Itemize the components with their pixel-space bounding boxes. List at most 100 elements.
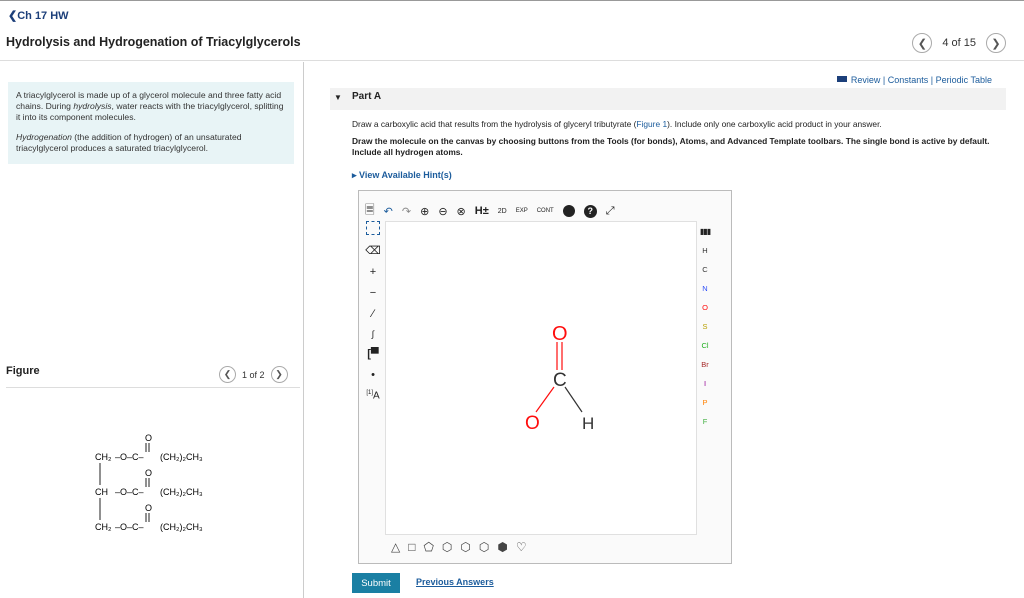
next-figure-button[interactable]: ❯: [270, 366, 288, 383]
figure-row-1-right: (CH₂)₂CH₃: [160, 452, 203, 462]
drawn-carboxylic-acid: O C O H: [525, 323, 594, 434]
atom-hydrogen[interactable]: H: [582, 414, 594, 433]
atom-button-n[interactable]: N: [702, 284, 707, 293]
drawing-canvas[interactable]: O C O H: [385, 221, 697, 535]
review-link[interactable]: Review: [851, 75, 881, 85]
eraser-icon[interactable]: ⌫: [365, 244, 381, 257]
figure-row-3-right: (CH₂)₂CH₃: [160, 522, 203, 532]
figure-heading: Figure: [6, 365, 40, 377]
select-tool-icon[interactable]: [366, 221, 380, 235]
intro-box: A triacylglycerol is made up of a glycer…: [8, 82, 294, 164]
atom-button-o[interactable]: O: [702, 303, 708, 312]
single-bond-co: [535, 386, 555, 413]
hydrogen-toggle-button[interactable]: H±: [475, 205, 489, 217]
atom-button-i[interactable]: I: [704, 379, 706, 388]
benzene-template-icon[interactable]: ⬢: [497, 540, 507, 554]
atom-button-p[interactable]: P: [702, 398, 707, 407]
zoom-fit-icon[interactable]: ⊗: [457, 205, 466, 218]
review-icon: [836, 76, 847, 82]
part-title: Part A: [352, 91, 382, 102]
previous-figure-button[interactable]: ❮: [219, 366, 236, 383]
top-border: [0, 0, 1024, 1]
chevron-right-icon: ❯: [275, 369, 283, 379]
periodic-table-icon[interactable]: ▮▮▮: [700, 227, 711, 236]
hexagon-template-icon[interactable]: ⬡: [442, 540, 452, 554]
2d-clean-button[interactable]: 2D: [498, 208, 507, 215]
zoom-out-icon[interactable]: ⊖: [438, 205, 447, 218]
figure-navigation: ❮ 1 of 2 ❯: [219, 366, 288, 383]
atom-button-c[interactable]: C: [702, 265, 707, 274]
figure-1-link[interactable]: Figure 1: [636, 119, 667, 129]
chair-template-icon[interactable]: ♡: [516, 540, 527, 554]
resource-links: Review | Constants | Periodic Table: [836, 75, 992, 85]
tools-toolbar: ⌫ + − ∕ ∫ [▀ • [1]A: [363, 221, 383, 401]
atom-button-f[interactable]: F: [703, 417, 708, 426]
caret-right-icon: ▸: [352, 170, 357, 180]
submit-button[interactable]: Submit: [352, 573, 400, 593]
template-toolbar: △ □ ⬠ ⬡ ⬡ ⬡ ⬢ ♡: [391, 540, 527, 554]
next-item-button[interactable]: ❯: [986, 33, 1006, 53]
square-template-icon[interactable]: □: [408, 540, 415, 554]
instructions: Draw a carboxylic acid that results from…: [352, 119, 992, 158]
single-bond-icon[interactable]: ∕: [372, 308, 374, 320]
atom-button-h[interactable]: H: [702, 246, 707, 255]
figure-row-2-right: (CH₂)₂CH₃: [160, 487, 203, 497]
atom-carbon[interactable]: C: [553, 370, 567, 391]
header-divider: [0, 60, 1024, 61]
redo-icon[interactable]: ↷: [402, 205, 411, 218]
molecule-editor: 🗏 ↶ ↷ ⊕ ⊖ ⊗ H± 2D EXP CONT ? ⤢ ⌫ + − ∕ ∫…: [358, 190, 732, 564]
charge-plus-button[interactable]: +: [370, 266, 376, 278]
chevron-left-icon: ❮: [223, 369, 232, 379]
ester-linkage: –O–C–: [115, 487, 144, 497]
figure-row-1-left: CH₂: [95, 452, 112, 462]
instruction-line: Draw a carboxylic acid that results from…: [352, 119, 882, 129]
triangle-template-icon[interactable]: △: [391, 540, 400, 554]
chevron-right-icon: ❯: [991, 37, 1001, 50]
view-hints-link[interactable]: ▸ View Available Hint(s): [352, 170, 452, 181]
atom-button-s[interactable]: S: [702, 322, 707, 331]
atom-label-button[interactable]: [1]A: [366, 390, 379, 401]
back-to-chapter-link[interactable]: ❮Ch 17 HW: [8, 9, 69, 22]
figure-count: 1 of 2: [242, 369, 265, 380]
pentagon-template-icon[interactable]: ⬠: [423, 540, 433, 554]
panel-divider: [303, 62, 304, 598]
periodic-table-link[interactable]: Periodic Table: [936, 75, 992, 85]
carbonyl-oxygen: O: [145, 468, 152, 478]
carbonyl-oxygen: O: [145, 503, 152, 513]
figure-divider: [6, 387, 300, 388]
fullscreen-icon[interactable]: ⤢: [606, 205, 615, 218]
bracket-tool-icon[interactable]: [▀: [367, 348, 378, 360]
carbonyl-oxygen: O: [145, 433, 152, 443]
heptagon-template-icon[interactable]: ⬡: [460, 540, 470, 554]
atom-oxygen[interactable]: O: [552, 323, 568, 345]
new-document-icon[interactable]: 🗏: [365, 201, 375, 222]
page-title: Hydrolysis and Hydrogenation of Triacylg…: [6, 35, 301, 49]
ester-linkage: –O–C–: [115, 452, 144, 462]
part-a-header[interactable]: ▼ Part A: [330, 88, 1006, 110]
octagon-template-icon[interactable]: ⬡: [479, 540, 489, 554]
zoom-in-icon[interactable]: ⊕: [420, 205, 429, 218]
radical-dot-icon[interactable]: •: [371, 369, 375, 381]
chain-tool-icon[interactable]: ∫: [372, 329, 374, 339]
expand-button[interactable]: EXP: [516, 208, 528, 214]
intro-paragraph-2: Hydrogenation (the addition of hydrogen)…: [16, 132, 242, 153]
atom-button-cl[interactable]: Cl: [701, 341, 708, 350]
instruction-bold: Draw the molecule on the canvas by choos…: [352, 136, 990, 157]
atom-oxygen[interactable]: O: [525, 413, 540, 434]
item-navigation: ❮ 4 of 15 ❯: [912, 33, 1006, 53]
chevron-left-icon: ❮: [917, 37, 927, 50]
previous-answers-link[interactable]: Previous Answers: [416, 577, 494, 587]
chevron-left-icon: ❮: [8, 10, 18, 22]
info-icon[interactable]: [562, 205, 575, 217]
contract-button[interactable]: CONT: [537, 208, 554, 214]
item-count: 4 of 15: [942, 37, 976, 49]
constants-link[interactable]: Constants: [888, 75, 929, 85]
figure-row-2-left: CH: [95, 487, 108, 497]
help-icon[interactable]: ?: [583, 204, 597, 218]
charge-minus-button[interactable]: −: [370, 287, 376, 299]
undo-icon[interactable]: ↶: [384, 205, 393, 218]
ester-linkage: –O–C–: [115, 522, 144, 532]
previous-item-button[interactable]: ❮: [912, 33, 933, 53]
atom-button-br[interactable]: Br: [701, 360, 709, 369]
figure-row-3-left: CH₂: [95, 522, 112, 532]
